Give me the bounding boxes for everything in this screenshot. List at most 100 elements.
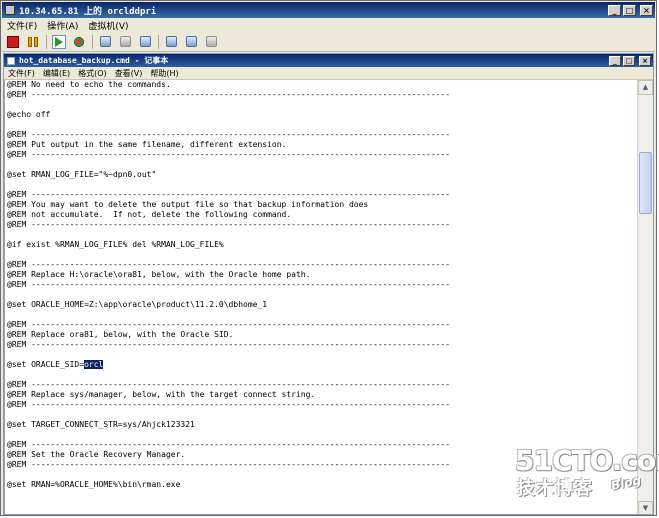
text-line (7, 100, 450, 110)
snapshot-manager-icon[interactable] (138, 35, 152, 49)
scroll-down-button[interactable]: ▼ (638, 501, 653, 514)
text-line-content: @REM -----------------------------------… (7, 400, 451, 409)
text-line-content: @set TARGET_CONNECT_STR=sys/Ahjck123321 (7, 420, 195, 429)
notepad-title: hot_database_backup.cmd - 记事本 (19, 56, 169, 65)
text-line: @REM -----------------------------------… (7, 280, 450, 290)
snapshot-icon[interactable] (98, 35, 112, 49)
text-line-content: @REM -----------------------------------… (7, 320, 451, 329)
notepad-menu-bar: 文件(F) 编辑(E) 格式(O) 查看(V) 帮助(H) (4, 67, 653, 80)
text-line (7, 490, 450, 500)
text-line: @set RMAN_LOG_FILE="%~dpn0.out" (7, 170, 450, 180)
settings-icon[interactable] (184, 35, 198, 49)
text-line-content: @REM -----------------------------------… (7, 220, 451, 229)
text-line-content: @if exist %RMAN_LOG_FILE% del %RMAN_LOG_… (7, 240, 224, 249)
text-line-content: @REM You may want to delete the output f… (7, 200, 369, 209)
vm-maximize-button[interactable]: □ (623, 4, 636, 16)
text-line-content: @REM -----------------------------------… (7, 190, 451, 199)
toolbar-separator (158, 34, 159, 49)
text-line: @set TARGET_CONNECT_STR=sys/Ahjck123321 (7, 420, 450, 430)
text-line-content: @echo off (7, 110, 51, 119)
pause-icon[interactable] (26, 35, 40, 49)
text-line: @REM Replace sys/manager, below, with th… (7, 390, 450, 400)
text-line (7, 250, 450, 260)
text-line: @REM -----------------------------------… (7, 460, 450, 470)
toolbar-separator (46, 34, 47, 49)
stop-icon[interactable] (6, 35, 20, 49)
text-line: @set ORACLE_SID=orcl (7, 360, 450, 370)
notepad-window: hot_database_backup.cmd - 记事本 _ □ × 文件(F… (3, 53, 654, 515)
text-line: @REM Set the Oracle Recovery Manager. (7, 450, 450, 460)
text-line-content: @set RMAN=%ORACLE_HOME%\bin\rman.exe (7, 480, 181, 489)
notepad-minimize-button[interactable]: _ (609, 55, 621, 66)
text-line (7, 310, 450, 320)
scroll-up-button[interactable]: ▲ (638, 80, 653, 95)
notepad-menu-format[interactable]: 格式(O) (74, 68, 111, 79)
vm-menu-vm[interactable]: 虚拟机(V) (83, 19, 133, 32)
text-line: @REM -----------------------------------… (7, 320, 450, 330)
ctrl-alt-del-icon[interactable] (164, 35, 178, 49)
text-line-content: @set ORACLE_HOME=Z:\app\oracle\product\1… (7, 300, 268, 309)
vm-menu-action[interactable]: 操作(A) (42, 19, 83, 32)
vm-console-window: 10.34.65.81 上的 orclddpri _ □ × 文件(F) 操作(… (0, 0, 657, 516)
text-line (7, 370, 450, 380)
undo-icon[interactable] (204, 35, 218, 49)
text-line: @REM You may want to delete the output f… (7, 200, 450, 210)
text-line-content: @REM -----------------------------------… (7, 280, 451, 289)
text-line (7, 160, 450, 170)
toolbar-separator (92, 34, 93, 49)
text-line: @REM -----------------------------------… (7, 440, 450, 450)
text-line: @echo off (7, 110, 450, 120)
notepad-menu-help[interactable]: 帮助(H) (146, 68, 182, 79)
text-line (7, 470, 450, 480)
vm-window-title: 10.34.65.81 上的 orclddpri (19, 6, 157, 17)
text-line: @REM Put output in the same filename, di… (7, 140, 450, 150)
text-line-content: @REM -----------------------------------… (7, 380, 451, 389)
text-line: @REM Replace ora81, below, with the Orac… (7, 330, 450, 340)
text-line: @set RMAN=%ORACLE_HOME%\bin\rman.exe (7, 480, 450, 490)
text-line (7, 290, 450, 300)
text-line: @REM -----------------------------------… (7, 260, 450, 270)
text-line-content: @REM -----------------------------------… (7, 260, 451, 269)
notepad-menu-file[interactable]: 文件(F) (4, 68, 39, 79)
text-line-content: @REM Put output in the same filename, di… (7, 140, 287, 149)
text-line-content: @REM -----------------------------------… (7, 130, 451, 139)
vm-menu-bar: 文件(F) 操作(A) 虚拟机(V) (2, 18, 655, 32)
selected-text[interactable]: orcl (84, 360, 104, 369)
notepad-text-area[interactable]: @REM No need to echo the commands. @REM -… (4, 80, 636, 514)
text-line: @REM not accumulate. If not, delete the … (7, 210, 450, 220)
text-line: @REM -----------------------------------… (7, 90, 450, 100)
vm-title-bar[interactable]: 10.34.65.81 上的 orclddpri _ □ × (2, 2, 655, 18)
text-line-content: @REM Replace H:\oracle\ora81, below, wit… (7, 270, 311, 279)
text-line-content: @REM Set the Oracle Recovery Manager. (7, 450, 186, 459)
text-line: @if exist %RMAN_LOG_FILE% del %RMAN_LOG_… (7, 240, 450, 250)
text-line (7, 350, 450, 360)
notepad-menu-view[interactable]: 查看(V) (111, 68, 147, 79)
scroll-thumb[interactable] (639, 152, 652, 214)
text-line-content: @REM -----------------------------------… (7, 150, 451, 159)
notepad-maximize-button[interactable]: □ (623, 55, 635, 66)
text-line-content: @set RMAN_LOG_FILE="%~dpn0.out" (7, 170, 157, 179)
text-line-content: @REM not accumulate. If not, delete the … (7, 210, 292, 219)
revert-icon[interactable] (118, 35, 132, 49)
vm-minimize-button[interactable]: _ (608, 4, 621, 16)
text-line: @REM -----------------------------------… (7, 400, 450, 410)
text-line: @REM Replace H:\oracle\ora81, below, wit… (7, 270, 450, 280)
text-line-content: @REM -----------------------------------… (7, 90, 451, 99)
notepad-title-bar[interactable]: hot_database_backup.cmd - 记事本 _ □ × (4, 54, 653, 67)
text-line-content: @REM -----------------------------------… (7, 340, 451, 349)
notepad-close-button[interactable]: × (639, 55, 651, 66)
text-line (7, 180, 450, 190)
text-line (7, 430, 450, 440)
reset-icon[interactable] (72, 35, 86, 49)
text-line-content: @REM No need to echo the commands. (7, 80, 171, 89)
play-icon[interactable] (52, 34, 66, 49)
vm-close-button[interactable]: × (640, 4, 653, 16)
notepad-menu-edit[interactable]: 编辑(E) (39, 68, 74, 79)
text-line (7, 230, 450, 240)
text-line: @REM -----------------------------------… (7, 130, 450, 140)
text-line: @set ORACLE_HOME=Z:\app\oracle\product\1… (7, 300, 450, 310)
vertical-scrollbar[interactable]: ▲ ▼ (637, 80, 653, 514)
vm-toolbar (2, 32, 655, 52)
text-line: @REM No need to echo the commands. (7, 80, 450, 90)
vm-menu-file[interactable]: 文件(F) (2, 19, 42, 32)
